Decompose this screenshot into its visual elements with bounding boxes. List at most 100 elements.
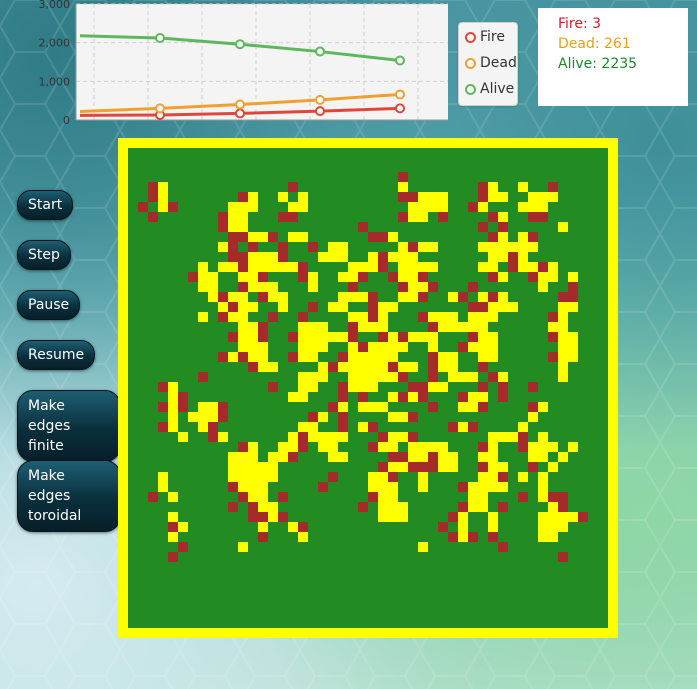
tree-cell[interactable]	[318, 342, 328, 352]
fire-cell[interactable]	[578, 512, 588, 522]
fire-cell[interactable]	[428, 402, 438, 412]
tree-cell[interactable]	[398, 242, 408, 252]
tree-cell[interactable]	[258, 482, 268, 492]
tree-cell[interactable]	[478, 502, 488, 512]
fire-cell[interactable]	[348, 282, 358, 292]
fire-cell[interactable]	[538, 262, 548, 272]
tree-cell[interactable]	[448, 452, 458, 462]
tree-cell[interactable]	[238, 312, 248, 322]
tree-cell[interactable]	[498, 292, 508, 302]
tree-cell[interactable]	[258, 342, 268, 352]
tree-cell[interactable]	[388, 352, 398, 362]
fire-cell[interactable]	[148, 492, 158, 502]
fire-cell[interactable]	[228, 302, 238, 312]
tree-cell[interactable]	[238, 472, 248, 482]
tree-cell[interactable]	[358, 422, 368, 432]
fire-cell[interactable]	[198, 372, 208, 382]
tree-cell[interactable]	[398, 342, 408, 352]
fire-cell[interactable]	[548, 492, 558, 502]
tree-cell[interactable]	[288, 432, 298, 442]
fire-cell[interactable]	[478, 442, 488, 452]
tree-cell[interactable]	[378, 512, 388, 522]
tree-cell[interactable]	[468, 322, 478, 332]
tree-cell[interactable]	[518, 182, 528, 192]
fire-cell[interactable]	[498, 382, 508, 392]
tree-cell[interactable]	[288, 202, 298, 212]
tree-cell[interactable]	[408, 362, 418, 372]
fire-cell[interactable]	[228, 482, 238, 492]
fire-cell[interactable]	[148, 182, 158, 192]
tree-cell[interactable]	[338, 242, 348, 252]
tree-cell[interactable]	[228, 292, 238, 302]
tree-cell[interactable]	[478, 492, 488, 502]
fire-cell[interactable]	[418, 312, 428, 322]
tree-cell[interactable]	[478, 242, 488, 252]
fire-cell[interactable]	[488, 212, 498, 222]
fire-cell[interactable]	[238, 252, 248, 262]
tree-cell[interactable]	[228, 352, 238, 362]
tree-cell[interactable]	[428, 202, 438, 212]
tree-cell[interactable]	[498, 252, 508, 262]
tree-cell[interactable]	[168, 402, 178, 412]
fire-cell[interactable]	[238, 192, 248, 202]
tree-cell[interactable]	[408, 272, 418, 282]
tree-cell[interactable]	[308, 422, 318, 432]
tree-cell[interactable]	[338, 452, 348, 462]
tree-cell[interactable]	[248, 322, 258, 332]
fire-cell[interactable]	[518, 492, 528, 502]
tree-cell[interactable]	[238, 272, 248, 282]
tree-cell[interactable]	[548, 512, 558, 522]
tree-cell[interactable]	[238, 342, 248, 352]
tree-cell[interactable]	[558, 302, 568, 312]
fire-cell[interactable]	[298, 442, 308, 452]
tree-cell[interactable]	[168, 382, 178, 392]
tree-cell[interactable]	[248, 452, 258, 462]
fire-cell[interactable]	[228, 502, 238, 512]
tree-cell[interactable]	[258, 472, 268, 482]
tree-cell[interactable]	[498, 192, 508, 202]
fire-cell[interactable]	[228, 242, 238, 252]
tree-cell[interactable]	[328, 302, 338, 312]
fire-cell[interactable]	[188, 272, 198, 282]
tree-cell[interactable]	[378, 322, 388, 332]
tree-cell[interactable]	[428, 312, 438, 322]
fire-cell[interactable]	[408, 382, 418, 392]
tree-cell[interactable]	[348, 342, 358, 352]
tree-cell[interactable]	[358, 362, 368, 372]
fire-cell[interactable]	[368, 292, 378, 302]
tree-cell[interactable]	[478, 352, 488, 362]
tree-cell[interactable]	[548, 272, 558, 282]
tree-cell[interactable]	[418, 202, 428, 212]
tree-cell[interactable]	[418, 452, 428, 462]
tree-cell[interactable]	[258, 362, 268, 372]
tree-cell[interactable]	[558, 362, 568, 372]
tree-cell[interactable]	[388, 442, 398, 452]
tree-cell[interactable]	[458, 532, 468, 542]
tree-cell[interactable]	[238, 462, 248, 472]
tree-cell[interactable]	[568, 272, 578, 282]
fire-cell[interactable]	[258, 292, 268, 302]
tree-cell[interactable]	[318, 432, 328, 442]
fire-cell[interactable]	[468, 532, 478, 542]
tree-cell[interactable]	[228, 262, 238, 272]
tree-cell[interactable]	[468, 312, 478, 322]
tree-cell[interactable]	[378, 442, 388, 452]
tree-cell[interactable]	[358, 352, 368, 362]
fire-cell[interactable]	[408, 462, 418, 472]
tree-cell[interactable]	[248, 482, 258, 492]
fire-cell[interactable]	[548, 332, 558, 342]
tree-cell[interactable]	[318, 362, 328, 372]
fire-cell[interactable]	[478, 402, 488, 412]
tree-cell[interactable]	[558, 512, 568, 522]
tree-cell[interactable]	[238, 332, 248, 342]
tree-cell[interactable]	[368, 382, 378, 392]
tree-cell[interactable]	[478, 202, 488, 212]
fire-cell[interactable]	[218, 212, 228, 222]
tree-cell[interactable]	[428, 382, 438, 392]
tree-cell[interactable]	[388, 342, 398, 352]
tree-cell[interactable]	[558, 312, 568, 322]
tree-cell[interactable]	[408, 262, 418, 272]
tree-cell[interactable]	[568, 332, 578, 342]
tree-cell[interactable]	[348, 262, 358, 272]
tree-cell[interactable]	[258, 462, 268, 472]
